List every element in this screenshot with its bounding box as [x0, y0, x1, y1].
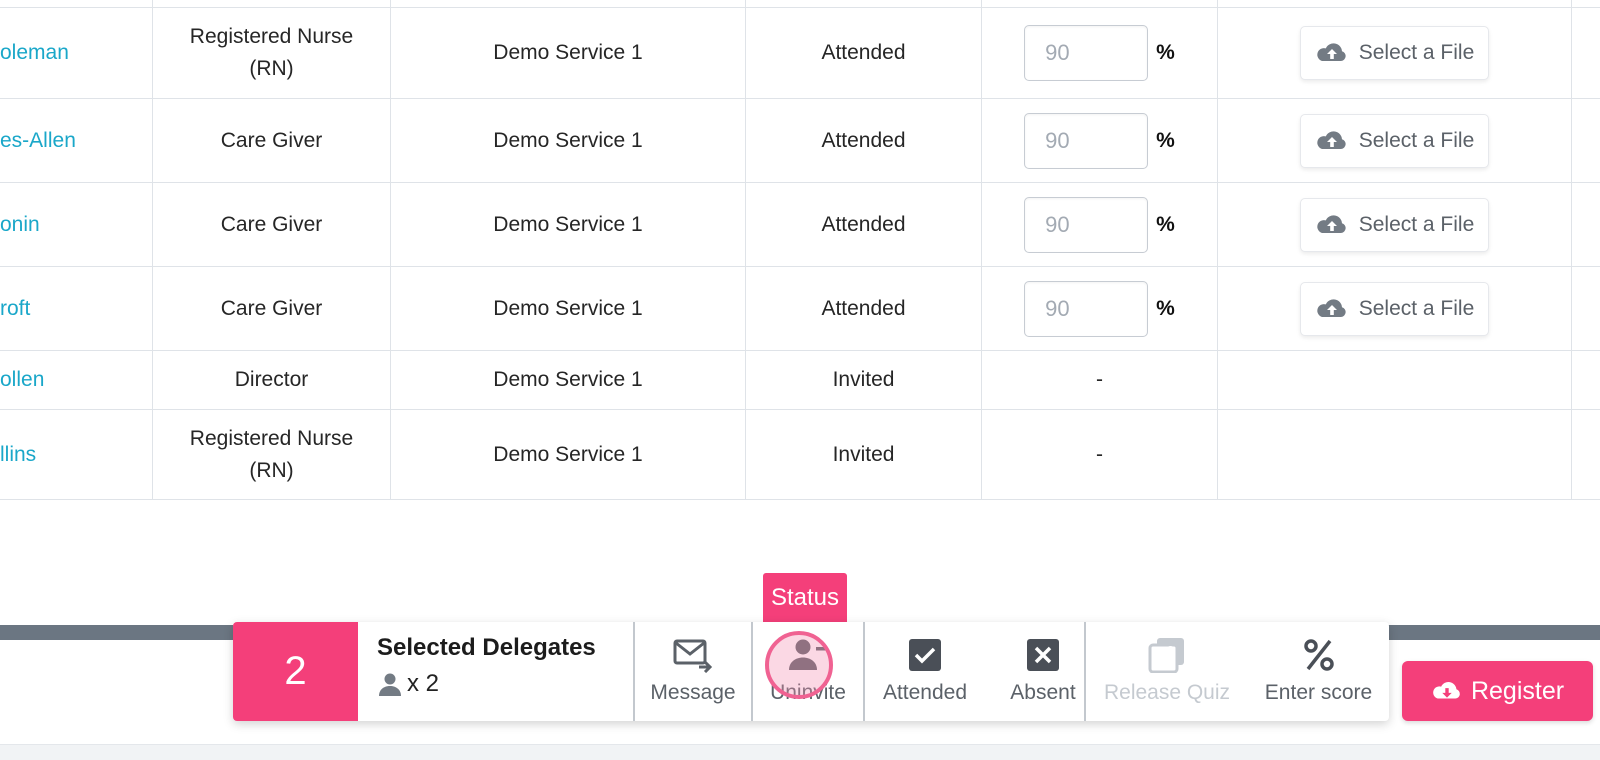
delegate-name-link[interactable]: oleman [0, 8, 152, 98]
table-row: es-Allen Care Giver Demo Service 1 Atten… [0, 99, 1600, 183]
page-bottom-strip [0, 744, 1600, 760]
delegate-service: Demo Service 1 [493, 442, 643, 466]
file-cell: Select a File [1218, 267, 1571, 350]
delegate-role: Care Giver [220, 128, 323, 152]
score-cell: 90 % [982, 267, 1217, 350]
delegate-status: Attended [821, 41, 906, 64]
file-cell: Select a File [1218, 99, 1571, 182]
delegate-status: Attended [821, 212, 906, 236]
release-quiz-label: Release Quiz [1103, 681, 1231, 704]
attended-action[interactable]: Attended [865, 622, 985, 721]
delegates-table: oleman Registered Nurse (RN) Demo Servic… [0, 0, 1600, 500]
delegate-service: Demo Service 1 [493, 296, 643, 320]
select-file-label: Select a File [1358, 296, 1475, 320]
delegate-status: Invited [832, 368, 895, 391]
selected-delegates-title: Selected Delegates [377, 634, 596, 661]
percent-icon [1303, 637, 1335, 673]
score-empty: - [1096, 442, 1103, 466]
delegate-name-link[interactable]: roft [0, 267, 152, 350]
delegate-role: Registered Nurse (RN) [189, 25, 354, 80]
delegate-status: Attended [821, 128, 906, 152]
select-file-label: Select a File [1358, 128, 1475, 152]
delegate-name-link[interactable]: es-Allen [0, 99, 152, 182]
table-row: llins Registered Nurse (RN) Demo Service… [0, 410, 1600, 500]
select-file-button[interactable]: Select a File [1299, 26, 1490, 80]
table-row: onin Care Giver Demo Service 1 Attended … [0, 183, 1600, 267]
person-icon [379, 673, 401, 696]
delegate-role: Care Giver [220, 296, 323, 320]
percent-label: % [1156, 41, 1175, 64]
cloud-upload-icon [1317, 43, 1346, 61]
absent-label: Absent [1010, 681, 1076, 704]
score-cell: 90 % [982, 183, 1217, 266]
quiz-icon: ? [1148, 637, 1186, 673]
delegate-name-link[interactable]: llins [0, 410, 152, 499]
register-button[interactable]: Register [1402, 661, 1593, 721]
delegate-status: Invited [832, 442, 895, 466]
check-square-icon [908, 637, 942, 673]
person-count-text: x 2 [407, 670, 440, 697]
cloud-upload-icon [1317, 130, 1346, 149]
score-cell: 90 % [982, 8, 1217, 98]
message-send-icon [673, 637, 713, 673]
delegate-role: Registered Nurse (RN) [189, 426, 354, 482]
file-cell: Select a File [1218, 8, 1571, 98]
delegate-name-link[interactable]: onin [0, 183, 152, 266]
release-quiz-action: ? Release Quiz [1086, 622, 1248, 721]
table-row: roft Care Giver Demo Service 1 Attended … [0, 267, 1600, 351]
select-file-label: Select a File [1358, 41, 1475, 64]
delegate-service: Demo Service 1 [493, 128, 643, 152]
register-label: Register [1470, 676, 1565, 705]
score-input[interactable]: 90 [1024, 112, 1149, 169]
score-empty: - [1096, 368, 1103, 391]
enter-score-label: Enter score [1264, 681, 1373, 704]
cloud-upload-icon [1317, 298, 1346, 317]
message-label: Message [650, 681, 736, 704]
percent-label: % [1156, 212, 1175, 236]
select-file-button[interactable]: Select a File [1299, 281, 1490, 336]
status-tooltip: Status [763, 573, 847, 623]
svg-text:?: ? [1166, 643, 1175, 660]
delegate-service: Demo Service 1 [493, 41, 643, 64]
file-cell: Select a File [1218, 183, 1571, 266]
message-action[interactable]: Message [635, 622, 751, 721]
click-indicator [765, 631, 833, 699]
select-file-button[interactable]: Select a File [1299, 113, 1490, 168]
percent-label: % [1156, 128, 1175, 152]
delegate-service: Demo Service 1 [493, 368, 643, 391]
score-cell: 90 % [982, 99, 1217, 182]
score-input[interactable]: 90 [1024, 280, 1149, 337]
select-file-label: Select a File [1358, 212, 1475, 236]
selected-person-count: x 2 [377, 670, 439, 698]
attended-label: Attended [882, 681, 968, 704]
percent-label: % [1156, 296, 1175, 320]
enter-score-action[interactable]: Enter score [1248, 622, 1389, 721]
delegate-role: Director [234, 368, 309, 391]
score-input[interactable]: 90 [1024, 196, 1149, 253]
select-file-button[interactable]: Select a File [1299, 197, 1490, 252]
cloud-download-icon [1433, 681, 1460, 699]
score-input[interactable]: 90 [1024, 25, 1149, 81]
delegate-role: Care Giver [220, 212, 323, 236]
cloud-upload-icon [1317, 214, 1346, 233]
delegate-service: Demo Service 1 [493, 212, 643, 236]
delegate-name-link[interactable]: ollen [0, 351, 152, 409]
selected-count-badge: 2 [233, 622, 358, 721]
x-square-icon [1026, 637, 1060, 673]
delegate-status: Attended [821, 296, 906, 320]
table-row: oleman Registered Nurse (RN) Demo Servic… [0, 8, 1600, 99]
table-row: ollen Director Demo Service 1 Invited - [0, 351, 1600, 410]
